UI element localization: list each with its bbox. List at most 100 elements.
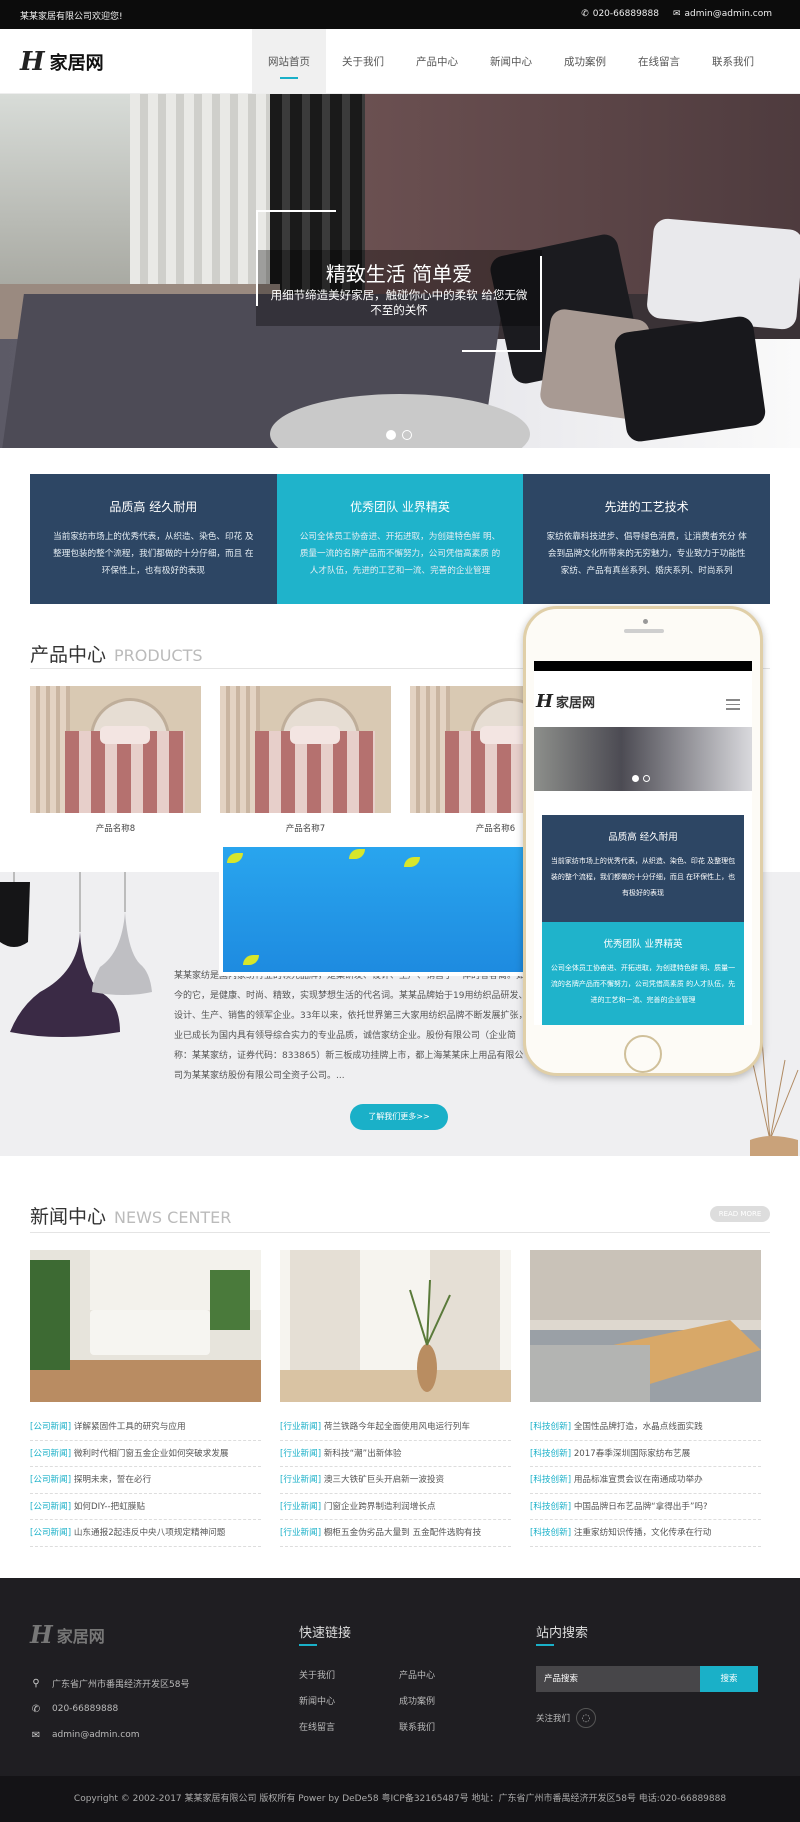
nav-item-about[interactable]: 关于我们 — [326, 29, 400, 93]
phone-logo[interactable]: H 家居网 — [536, 691, 595, 712]
news-item[interactable]: [行业新闻] 橱柜五金伪劣品大量到 五金配件选购有技 — [280, 1520, 511, 1547]
product-name[interactable]: 产品名称8 — [30, 822, 201, 834]
news-item[interactable]: [公司新闻] 山东通报2起违反中央八项规定精神问题 — [30, 1520, 261, 1547]
news-image[interactable] — [30, 1250, 261, 1402]
mail-icon: ✉ — [672, 9, 681, 19]
section-divider — [30, 1232, 770, 1233]
product-card[interactable]: 产品名称8 — [30, 686, 201, 834]
footer-search: 产品搜索 搜索 — [536, 1666, 758, 1692]
footer-email[interactable]: ✉ admin@admin.com — [30, 1722, 189, 1748]
phone-logo-text: 家居网 — [556, 696, 596, 711]
curtain-vase-image — [280, 1250, 511, 1402]
footer-search-button[interactable]: 搜索 — [700, 1666, 758, 1692]
news-item[interactable]: [公司新闻] 详解紧固件工具的研究与应用 — [30, 1414, 261, 1441]
about-more-button[interactable]: 了解我们更多>> — [350, 1104, 448, 1130]
phone-banner-dot[interactable] — [632, 775, 639, 782]
top-email[interactable]: ✉ admin@admin.com — [673, 9, 772, 19]
banner-subtitle: 用细节缔造美好家居，触碰你心中的柔软 给您无微不至的关怀 — [270, 288, 528, 317]
footer-follow: 关注我们 ◌ — [536, 1708, 597, 1728]
news-column-tech: [科技创新] 全国性品牌打造，水晶点线面实践 [科技创新] 2017春季深圳国际… — [530, 1250, 761, 1547]
phone-icon: ✆ — [581, 9, 589, 19]
pendant-lamp-image — [0, 872, 152, 1037]
products-heading: 产品中心 PRODUCTS — [30, 640, 203, 667]
product-image[interactable] — [30, 686, 201, 813]
hamburger-menu-icon[interactable] — [726, 699, 740, 713]
footer-link-cases[interactable]: 成功案例 — [399, 1694, 499, 1710]
footer-logo[interactable]: H 家居网 — [30, 1620, 105, 1649]
footer-search-input[interactable]: 产品搜索 — [536, 1666, 700, 1692]
footer-link-contact[interactable]: 联系我们 — [399, 1720, 499, 1736]
news-item[interactable]: [科技创新] 2017春季深圳国际家纺布艺展 — [530, 1441, 761, 1467]
news-column-company: [公司新闻] 详解紧固件工具的研究与应用 [公司新闻] 微利时代相门窗五金企业如… — [30, 1250, 261, 1547]
news-item[interactable]: [科技创新] 全国性品牌打造，水晶点线面实践 — [530, 1414, 761, 1441]
main-nav: 网站首页 关于我们 产品中心 新闻中心 成功案例 在线留言 联系我们 — [252, 29, 770, 93]
nav-item-home[interactable]: 网站首页 — [252, 29, 326, 93]
phone-speaker — [624, 629, 664, 633]
phone-banner-pagination — [632, 775, 650, 782]
welcome-text: 某某家居有限公司欢迎您! — [20, 12, 123, 22]
read-more-button[interactable]: READ MORE — [710, 1206, 770, 1222]
banner-dot[interactable] — [402, 430, 412, 440]
phone-feature-title: 优秀团队 业界精英 — [603, 939, 683, 950]
footer-link-products[interactable]: 产品中心 — [399, 1668, 499, 1684]
news-heading: 新闻中心 NEWS CENTER — [30, 1202, 231, 1229]
products-title-en: PRODUCTS — [114, 646, 203, 665]
news-item[interactable]: [行业新闻] 门窗企业跨界制造利润增长点 — [280, 1494, 511, 1520]
banner-dot[interactable] — [386, 430, 396, 440]
nav-item-products[interactable]: 产品中心 — [400, 29, 474, 93]
news-item[interactable]: [行业新闻] 荷兰铁路今年起全面使用风电运行列车 — [280, 1414, 511, 1441]
product-image[interactable] — [220, 686, 391, 813]
news-image[interactable] — [280, 1250, 511, 1402]
phone-banner-dot[interactable] — [643, 775, 650, 782]
phone-banner — [534, 727, 752, 791]
product-name[interactable]: 产品名称7 — [220, 822, 391, 834]
footer-links-title: 快速链接 — [299, 1622, 351, 1646]
feature-text: 公司全体员工协奋进、开拓进取，为创建特色鲜 明、质量一流的名牌产品而不懈努力，公… — [299, 532, 501, 576]
phone-features: 品质高 经久耐用 当前家纺市场上的优秀代表，从织造、染色、印花 及整理包装的整个… — [542, 815, 744, 1025]
banner-caption: 精致生活 简单爱 用细节缔造美好家居，触碰你心中的柔软 给您无微不至的关怀 — [256, 210, 542, 352]
nav-item-contact[interactable]: 联系我们 — [696, 29, 770, 93]
site-header: H 家居网 网站首页 关于我们 产品中心 新闻中心 成功案例 在线留言 联系我们 — [0, 29, 800, 94]
nav-item-news[interactable]: 新闻中心 — [474, 29, 548, 93]
footer-link-news[interactable]: 新闻中心 — [299, 1694, 399, 1710]
footer-search-title: 站内搜索 — [536, 1622, 588, 1646]
news-item[interactable]: [科技创新] 中国品牌日布艺品牌“拿得出手”吗? — [530, 1494, 761, 1520]
banner-pillow — [613, 314, 767, 444]
footer-address: ⚲ 广东省广州市番禺经济开发区58号 — [30, 1670, 189, 1696]
phone-feature-title: 品质高 经久耐用 — [608, 832, 678, 843]
site-logo[interactable]: H 家居网 — [20, 49, 104, 75]
footer-logo-text: 家居网 — [56, 1626, 105, 1646]
news-item[interactable]: [行业新闻] 新科技“潮”出新体验 — [280, 1441, 511, 1467]
news-item[interactable]: [公司新闻] 微利时代相门窗五金企业如何突破求发展 — [30, 1441, 261, 1467]
about-text: 某某家纺是国内家纺行业的领先品牌，是集研发、设计、生产、销售于一体的者客裔。如今… — [174, 971, 528, 1081]
phone-camera-icon — [643, 619, 648, 624]
news-item[interactable]: [科技创新] 用品标准宣贯会议在南通成功举办 — [530, 1467, 761, 1494]
nav-item-cases[interactable]: 成功案例 — [548, 29, 622, 93]
news-item[interactable]: [科技创新] 注重家纺知识传播，文化传承在行动 — [530, 1520, 761, 1547]
feature-text: 当前家纺市场上的优秀代表，从织造、染色、印花 及整理包装的整个流程，我们都做的十… — [53, 532, 254, 576]
footer-links: 关于我们 产品中心 新闻中心 成功案例 在线留言 联系我们 — [299, 1668, 499, 1736]
footer-link-message[interactable]: 在线留言 — [299, 1720, 399, 1736]
nav-item-message[interactable]: 在线留言 — [622, 29, 696, 93]
news-item[interactable]: [行业新闻] 澳三大铁矿巨头开启新一波投资 — [280, 1467, 511, 1494]
news-title-en: NEWS CENTER — [114, 1208, 232, 1227]
logo-text: 家居网 — [49, 53, 104, 74]
product-card[interactable]: 产品名称7 — [220, 686, 391, 834]
wechat-icon[interactable]: ◌ — [576, 1708, 597, 1728]
feature-text: 家纺依靠科技进步、倡导绿色消费，让消费者充分 体会到品牌文化所带来的无穷魅力，专… — [546, 532, 747, 576]
news-list: [行业新闻] 荷兰铁路今年起全面使用风电运行列车 [行业新闻] 新科技“潮”出新… — [280, 1414, 511, 1547]
top-phone: ✆ 020-66889888 — [581, 9, 659, 19]
mail-icon: ✉ — [31, 1729, 41, 1741]
news-columns: [公司新闻] 详解紧固件工具的研究与应用 [公司新闻] 微利时代相门窗五金企业如… — [30, 1250, 761, 1547]
product-list: 产品名称8 产品名称7 产品名称6 — [30, 686, 581, 834]
news-image[interactable] — [530, 1250, 761, 1402]
news-title: 新闻中心 — [30, 1206, 107, 1228]
phone-home-button — [624, 1035, 662, 1073]
phone-mockup: H 家居网 品质高 经久耐用 当前家纺市场上的优秀代表，从织造、染色、印花 及整… — [523, 606, 763, 1076]
news-item[interactable]: [公司新闻] 如何DIY--把虹膜贴 — [30, 1494, 261, 1520]
phone-feature-text: 当前家纺市场上的优秀代表，从织造、染色、印花 及整理包装的整个流程，我们都做的十… — [550, 857, 736, 897]
products-title: 产品中心 — [30, 644, 107, 666]
news-item[interactable]: [公司新闻] 探明未来，誓在必行 — [30, 1467, 261, 1494]
banner-pagination — [386, 430, 412, 440]
footer-link-about[interactable]: 关于我们 — [299, 1668, 399, 1684]
